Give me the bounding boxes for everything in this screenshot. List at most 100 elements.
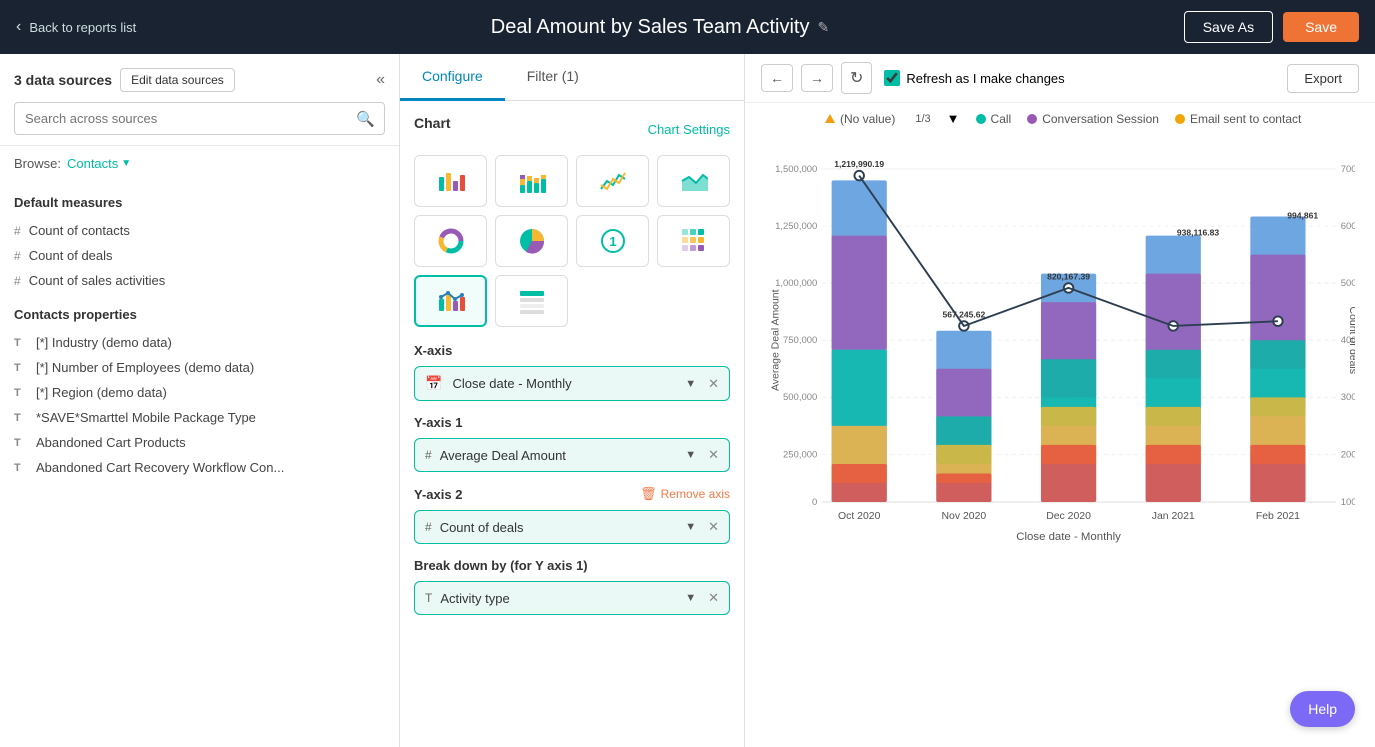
browse-label: Browse:	[14, 156, 61, 171]
calendar-icon: 📅	[425, 375, 442, 392]
export-button[interactable]: Export	[1287, 64, 1359, 93]
measure-count-sales-activities[interactable]: # Count of sales activities	[14, 268, 385, 293]
prop-region[interactable]: T [*] Region (demo data)	[14, 380, 385, 405]
svg-text:250,000: 250,000	[783, 449, 817, 460]
legend-conversation-dot	[1027, 114, 1037, 124]
prop-abandoned-cart-recovery[interactable]: T Abandoned Cart Recovery Workflow Con..…	[14, 455, 385, 480]
hash-icon: #	[14, 224, 21, 238]
donut-chart-icon	[437, 227, 465, 255]
chart-type-area[interactable]	[657, 155, 730, 207]
chart-type-pie[interactable]	[495, 215, 568, 267]
search-icon[interactable]: 🔍	[356, 110, 375, 128]
tab-configure[interactable]: Configure	[400, 54, 505, 101]
svg-text:Oct 2020: Oct 2020	[838, 511, 881, 522]
collapse-panel-button[interactable]: «	[376, 71, 385, 89]
svg-text:820,167.39: 820,167.39	[1047, 271, 1090, 281]
x-axis-clear-icon[interactable]: ✕	[708, 376, 719, 392]
type-label: T	[14, 337, 28, 349]
svg-text:300: 300	[1341, 392, 1355, 403]
prop-industry[interactable]: T [*] Industry (demo data)	[14, 330, 385, 355]
y-axis2-header: Y-axis 2 🗑 Remove axis	[414, 486, 730, 502]
refresh-checkbox[interactable]	[884, 70, 900, 86]
prop-num-employees[interactable]: T [*] Number of Employees (demo data)	[14, 355, 385, 380]
svg-text:1,250,000: 1,250,000	[775, 221, 817, 232]
chart-area: 1,500,000 1,250,000 1,000,000 750,000 50…	[745, 130, 1375, 747]
chart-type-number[interactable]: 1	[576, 215, 649, 267]
y-axis1-label: Y-axis 1	[414, 415, 730, 430]
chart-settings-link[interactable]: Chart Settings	[648, 122, 730, 137]
y-axis1-clear-icon[interactable]: ✕	[708, 447, 719, 463]
svg-text:200: 200	[1341, 449, 1355, 460]
x-axis-select[interactable]: 📅 Close date - Monthly ▼ ✕	[414, 366, 730, 401]
chart-type-table[interactable]	[495, 275, 568, 327]
y-axis1-select[interactable]: # Average Deal Amount ▼ ✕	[414, 438, 730, 472]
right-panel: ← → ↻ Refresh as I make changes Export (…	[745, 54, 1375, 747]
hash-prefix: #	[425, 520, 432, 534]
type-label: T	[14, 387, 28, 399]
svg-text:500: 500	[1341, 278, 1355, 289]
left-panel: 3 data sources Edit data sources « 🔍 Bro…	[0, 54, 400, 747]
legend-email: Email sent to contact	[1175, 112, 1301, 126]
breakdown-caret-icon: ▼	[685, 592, 696, 604]
search-row: 🔍	[14, 102, 385, 135]
refresh-label: Refresh as I make changes	[906, 71, 1064, 86]
data-sources-row: 3 data sources Edit data sources «	[14, 68, 385, 92]
save-as-button[interactable]: Save As	[1184, 11, 1273, 43]
y-axis2-select[interactable]: # Count of deals ▼ ✕	[414, 510, 730, 544]
breakdown-clear-icon[interactable]: ✕	[708, 590, 719, 606]
chart-type-donut[interactable]	[414, 215, 487, 267]
type-label: T	[14, 462, 28, 474]
type-label: T	[14, 437, 28, 449]
breakdown-select[interactable]: T Activity type ▼ ✕	[414, 581, 730, 615]
x-axis-caret-icon: ▼	[685, 378, 696, 390]
topbar: ‹ Back to reports list Deal Amount by Sa…	[0, 0, 1375, 54]
edit-data-sources-button[interactable]: Edit data sources	[120, 68, 235, 92]
chart-type-grid[interactable]	[657, 215, 730, 267]
svg-text:Jan 2021: Jan 2021	[1152, 511, 1195, 522]
save-button[interactable]: Save	[1283, 12, 1359, 42]
browse-contacts-dropdown[interactable]: Contacts ▼	[67, 156, 131, 171]
chart-settings-row: Chart Chart Settings	[414, 115, 730, 143]
pagination-prev[interactable]: ▼	[947, 111, 960, 126]
help-button[interactable]: Help	[1290, 691, 1355, 727]
legend-call: Call	[976, 112, 1012, 126]
prop-abandoned-cart[interactable]: T Abandoned Cart Products	[14, 430, 385, 455]
svg-text:Average Deal Amount: Average Deal Amount	[770, 289, 781, 391]
svg-text:Dec 2020: Dec 2020	[1046, 511, 1091, 522]
search-input[interactable]	[14, 102, 385, 135]
measure-count-deals[interactable]: # Count of deals	[14, 243, 385, 268]
chart-type-line[interactable]	[576, 155, 649, 207]
hash-prefix: #	[425, 448, 432, 462]
remove-axis-button[interactable]: 🗑 Remove axis	[640, 486, 730, 502]
svg-text:1,219,990.19: 1,219,990.19	[834, 159, 884, 169]
hash-icon: #	[14, 249, 21, 263]
undo-button[interactable]: ←	[761, 64, 793, 92]
svg-text:1: 1	[609, 234, 616, 249]
chart-type-bar[interactable]	[414, 155, 487, 207]
chart-type-combo[interactable]	[414, 275, 487, 327]
svg-text:1,000,000: 1,000,000	[775, 278, 817, 289]
main-layout: 3 data sources Edit data sources « 🔍 Bro…	[0, 54, 1375, 747]
back-button[interactable]: ‹ Back to reports list	[16, 18, 136, 36]
chart-type-stacked-bar[interactable]	[495, 155, 568, 207]
refresh-button[interactable]: ↻	[841, 62, 872, 94]
prop-mobile-package[interactable]: T *SAVE*Smarttel Mobile Package Type	[14, 405, 385, 430]
svg-text:100: 100	[1341, 497, 1355, 508]
measure-count-contacts[interactable]: # Count of contacts	[14, 218, 385, 243]
x-axis-label: X-axis	[414, 343, 730, 358]
browse-caret-icon: ▼	[121, 158, 131, 169]
number-chart-icon: 1	[599, 227, 627, 255]
edit-title-icon[interactable]: ✎	[817, 19, 829, 36]
topbar-actions: Save As Save	[1184, 11, 1359, 43]
breakdown-label: Break down by (for Y axis 1)	[414, 558, 730, 573]
y-axis1-caret-icon: ▼	[685, 449, 696, 461]
y-axis2-clear-icon[interactable]: ✕	[708, 519, 719, 535]
svg-text:Feb 2021: Feb 2021	[1256, 511, 1300, 522]
refresh-check: Refresh as I make changes	[884, 70, 1064, 86]
svg-text:0: 0	[812, 497, 817, 508]
redo-button[interactable]: →	[801, 64, 833, 92]
left-header: 3 data sources Edit data sources « 🔍	[0, 54, 399, 146]
svg-text:700: 700	[1341, 164, 1355, 175]
tab-filter[interactable]: Filter (1)	[505, 54, 601, 101]
chart-section-title: Chart	[414, 115, 451, 131]
